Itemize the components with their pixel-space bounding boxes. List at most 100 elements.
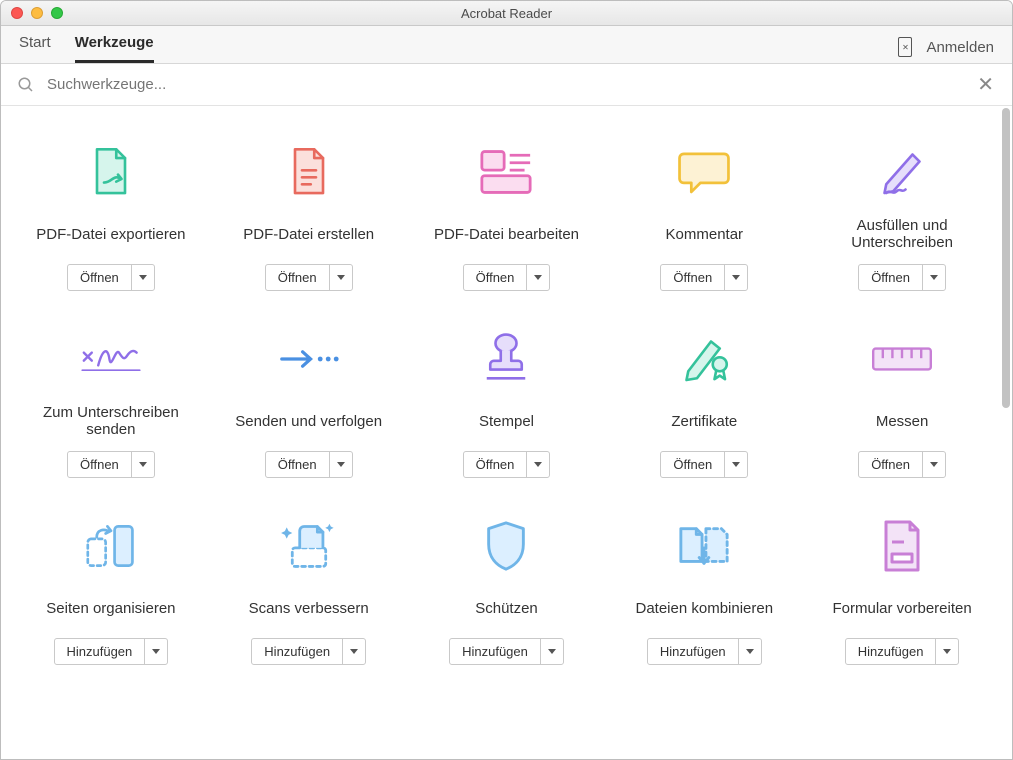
tool-action: Öffnen [67, 264, 155, 291]
tool-action: Hinzufügen [251, 638, 366, 665]
tool-label: Formular vorbereiten [832, 588, 971, 628]
tab-tools[interactable]: Werkzeuge [75, 24, 154, 63]
action-dropdown[interactable] [936, 639, 958, 664]
action-dropdown[interactable] [725, 452, 747, 477]
tool-label: Scans verbessern [249, 588, 369, 628]
tool-action: Öffnen [463, 264, 551, 291]
open-button[interactable]: Öffnen [464, 265, 528, 290]
window-controls [1, 7, 63, 19]
open-button[interactable]: Öffnen [266, 452, 330, 477]
tool-enhance-scans[interactable]: Scans verbessern Hinzufügen [215, 518, 403, 665]
edit-pdf-icon [473, 144, 539, 200]
open-button[interactable]: Öffnen [661, 452, 725, 477]
tool-action: Öffnen [463, 451, 551, 478]
action-dropdown[interactable] [145, 639, 167, 664]
tools-grid: PDF-Datei exportieren Öffnen [17, 144, 996, 665]
tabbar: Start Werkzeuge Anmelden [1, 26, 1012, 64]
sign-in-link[interactable]: Anmelden [926, 39, 994, 56]
add-button[interactable]: Hinzufügen [450, 639, 541, 664]
certificate-icon [671, 331, 737, 387]
tool-label: Ausfüllen und Unterschreiben [808, 214, 996, 254]
tool-label: Dateien kombinieren [636, 588, 774, 628]
action-dropdown[interactable] [541, 639, 563, 664]
action-dropdown[interactable] [923, 265, 945, 290]
tool-edit-pdf[interactable]: PDF-Datei bearbeiten Öffnen [413, 144, 601, 291]
header-right: Anmelden [898, 37, 994, 63]
tool-label: PDF-Datei erstellen [243, 214, 374, 254]
search-input[interactable] [35, 76, 975, 93]
tool-protect[interactable]: Schützen Hinzufügen [413, 518, 601, 665]
tool-action: Öffnen [858, 264, 946, 291]
signature-icon [78, 331, 144, 387]
tool-label: Seiten organisieren [46, 588, 175, 628]
searchbar: ✕ [1, 64, 1012, 106]
action-dropdown[interactable] [343, 639, 365, 664]
close-window-button[interactable] [11, 7, 23, 19]
open-button[interactable]: Öffnen [859, 452, 923, 477]
send-track-icon [276, 331, 342, 387]
tool-action: Öffnen [858, 451, 946, 478]
tool-send-track[interactable]: Senden und verfolgen Öffnen [215, 331, 403, 478]
tool-send-for-signature[interactable]: Zum Unterschreiben senden Öffnen [17, 331, 205, 478]
comment-icon [671, 144, 737, 200]
maximize-window-button[interactable] [51, 7, 63, 19]
add-button[interactable]: Hinzufügen [252, 639, 343, 664]
tool-export-pdf[interactable]: PDF-Datei exportieren Öffnen [17, 144, 205, 291]
action-dropdown[interactable] [132, 452, 154, 477]
tool-action: Öffnen [660, 451, 748, 478]
open-button[interactable]: Öffnen [68, 265, 132, 290]
scrollbar[interactable] [1001, 106, 1012, 759]
open-button[interactable]: Öffnen [661, 265, 725, 290]
tool-stamp[interactable]: Stempel Öffnen [413, 331, 601, 478]
action-dropdown[interactable] [527, 452, 549, 477]
tool-prepare-form[interactable]: Formular vorbereiten Hinzufügen [808, 518, 996, 665]
minimize-window-button[interactable] [31, 7, 43, 19]
form-icon [869, 518, 935, 574]
tool-organize-pages[interactable]: Seiten organisieren Hinzufügen [17, 518, 205, 665]
tool-create-pdf[interactable]: PDF-Datei erstellen Öffnen [215, 144, 403, 291]
tool-label: Zertifikate [671, 401, 737, 441]
tool-action: Hinzufügen [845, 638, 960, 665]
shield-icon [473, 518, 539, 574]
add-button[interactable]: Hinzufügen [648, 639, 739, 664]
app-window: Acrobat Reader Start Werkzeuge Anmelden … [0, 0, 1013, 760]
action-dropdown[interactable] [330, 265, 352, 290]
tool-action: Hinzufügen [54, 638, 169, 665]
action-dropdown[interactable] [725, 265, 747, 290]
fill-sign-icon [869, 144, 935, 200]
close-icon[interactable]: ✕ [975, 72, 996, 97]
open-button[interactable]: Öffnen [68, 452, 132, 477]
tool-label: Zum Unterschreiben senden [17, 401, 205, 441]
tool-label: Stempel [479, 401, 534, 441]
titlebar: Acrobat Reader [1, 1, 1012, 26]
tool-action: Öffnen [265, 264, 353, 291]
tool-measure[interactable]: Messen Öffnen [808, 331, 996, 478]
tool-action: Öffnen [660, 264, 748, 291]
tabs: Start Werkzeuge [19, 24, 154, 63]
action-dropdown[interactable] [330, 452, 352, 477]
open-button[interactable]: Öffnen [859, 265, 923, 290]
mobile-link-icon[interactable] [898, 37, 912, 57]
tool-comment[interactable]: Kommentar Öffnen [610, 144, 798, 291]
tool-fill-sign[interactable]: Ausfüllen und Unterschreiben Öffnen [808, 144, 996, 291]
open-button[interactable]: Öffnen [266, 265, 330, 290]
tool-combine-files[interactable]: Dateien kombinieren Hinzufügen [610, 518, 798, 665]
action-dropdown[interactable] [527, 265, 549, 290]
action-dropdown[interactable] [923, 452, 945, 477]
tool-action: Hinzufügen [449, 638, 564, 665]
combine-files-icon [671, 518, 737, 574]
add-button[interactable]: Hinzufügen [55, 639, 146, 664]
stamp-icon [473, 331, 539, 387]
add-button[interactable]: Hinzufügen [846, 639, 937, 664]
tab-start[interactable]: Start [19, 24, 51, 63]
action-dropdown[interactable] [132, 265, 154, 290]
tool-action: Öffnen [67, 451, 155, 478]
action-dropdown[interactable] [739, 639, 761, 664]
export-pdf-icon [78, 144, 144, 200]
ruler-icon [869, 331, 935, 387]
tool-certificates[interactable]: Zertifikate Öffnen [610, 331, 798, 478]
window-title: Acrobat Reader [1, 6, 1012, 21]
search-icon [17, 76, 35, 94]
create-pdf-icon [276, 144, 342, 200]
open-button[interactable]: Öffnen [464, 452, 528, 477]
